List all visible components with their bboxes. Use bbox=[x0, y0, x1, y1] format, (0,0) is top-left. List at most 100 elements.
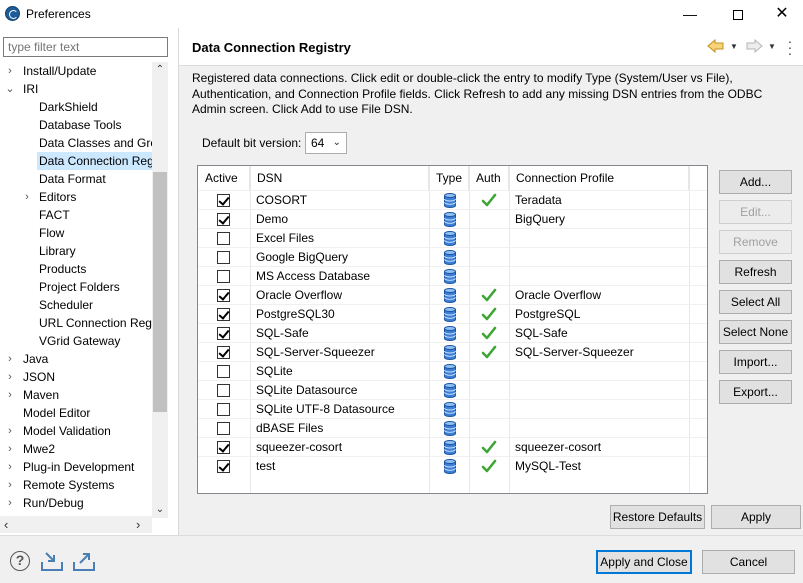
tree-item[interactable]: › Java bbox=[8, 350, 152, 368]
minimize-button[interactable]: — bbox=[667, 0, 713, 28]
restore-defaults-button[interactable]: Restore Defaults bbox=[610, 505, 705, 529]
forward-dropdown-icon[interactable]: ▼ bbox=[768, 42, 776, 51]
expand-right-icon[interactable]: › bbox=[5, 494, 15, 512]
table-row[interactable]: Demo BigQuery bbox=[198, 209, 707, 228]
table-row[interactable]: PostgreSQL30 PostgreSQL bbox=[198, 304, 707, 323]
table-row[interactable]: MS Access Database bbox=[198, 266, 707, 285]
tree-item[interactable]: Data Connection Reg bbox=[37, 152, 152, 170]
expand-right-icon[interactable]: › bbox=[5, 476, 15, 494]
tree-item[interactable]: Flow bbox=[37, 224, 152, 242]
table-row[interactable]: dBASE Files bbox=[198, 418, 707, 437]
expand-right-icon[interactable]: › bbox=[5, 62, 15, 80]
tree-item[interactable]: › Remote Systems bbox=[8, 476, 152, 494]
tree-item[interactable]: › Model Validation bbox=[8, 422, 152, 440]
tree-item[interactable]: › JSON bbox=[8, 368, 152, 386]
tree-vertical-scrollbar[interactable]: ⌃ ⌄ bbox=[152, 62, 168, 518]
import-preferences-icon[interactable] bbox=[40, 550, 64, 572]
tree-item[interactable]: Data Classes and Grou bbox=[37, 134, 152, 152]
tree-item[interactable]: › Mwe2 bbox=[8, 440, 152, 458]
expand-right-icon[interactable]: › bbox=[22, 188, 32, 206]
active-checkbox[interactable] bbox=[217, 308, 230, 321]
expand-right-icon[interactable]: › bbox=[5, 350, 15, 368]
tree-item[interactable]: Project Folders bbox=[37, 278, 152, 296]
scroll-right-icon[interactable]: › bbox=[136, 516, 140, 533]
select-all-button[interactable]: Select All bbox=[719, 290, 792, 314]
expand-down-icon[interactable]: ⌄ bbox=[5, 80, 15, 98]
column-header-auth[interactable]: Auth bbox=[469, 166, 509, 190]
table-row[interactable]: Google BigQuery bbox=[198, 247, 707, 266]
edit-button[interactable]: Edit... bbox=[719, 200, 792, 224]
tree-item[interactable]: Scheduler bbox=[37, 296, 152, 314]
tree-horizontal-scrollbar[interactable]: ‹ › bbox=[0, 516, 152, 533]
scroll-left-icon[interactable]: ‹ bbox=[4, 516, 8, 533]
table-row[interactable]: test MySQL-Test bbox=[198, 456, 707, 475]
tree-item[interactable]: Model Editor bbox=[21, 404, 152, 422]
active-checkbox[interactable] bbox=[217, 441, 230, 454]
active-checkbox[interactable] bbox=[217, 213, 230, 226]
view-menu-icon[interactable]: · · · bbox=[787, 34, 793, 60]
refresh-button[interactable]: Refresh bbox=[719, 260, 792, 284]
tree-item[interactable]: › Run/Debug bbox=[8, 494, 152, 512]
expand-right-icon[interactable]: › bbox=[5, 368, 15, 386]
scroll-down-icon[interactable]: ⌄ bbox=[152, 502, 168, 518]
column-header-dsn[interactable]: DSN bbox=[250, 166, 429, 190]
tree-item[interactable]: › Maven bbox=[8, 386, 152, 404]
filter-input[interactable] bbox=[3, 37, 168, 57]
column-header-active[interactable]: Active bbox=[198, 166, 250, 190]
remove-button[interactable]: Remove bbox=[719, 230, 792, 254]
tree-item[interactable]: Library bbox=[37, 242, 152, 260]
tree-item[interactable]: DarkShield bbox=[37, 98, 152, 116]
dsn-table[interactable]: Active DSN Type Auth Connection Profile … bbox=[197, 165, 708, 494]
table-row[interactable]: squeezer-cosort squeezer-cosort bbox=[198, 437, 707, 456]
close-button[interactable]: ✕ bbox=[759, 0, 803, 28]
active-checkbox[interactable] bbox=[217, 270, 230, 283]
table-row[interactable]: Oracle Overflow Oracle Overflow bbox=[198, 285, 707, 304]
tree-item[interactable]: Data Format bbox=[37, 170, 152, 188]
scroll-up-icon[interactable]: ⌃ bbox=[152, 62, 168, 78]
table-row[interactable]: SQLite UTF-8 Datasource bbox=[198, 399, 707, 418]
column-header-type[interactable]: Type bbox=[429, 166, 469, 190]
help-icon[interactable]: ? bbox=[10, 551, 30, 571]
active-checkbox[interactable] bbox=[217, 327, 230, 340]
active-checkbox[interactable] bbox=[217, 422, 230, 435]
table-row[interactable]: COSORT Teradata bbox=[198, 190, 707, 209]
column-header-connection-profile[interactable]: Connection Profile bbox=[509, 166, 689, 190]
tree-item[interactable]: FACT bbox=[37, 206, 152, 224]
tree-item[interactable]: Products bbox=[37, 260, 152, 278]
active-checkbox[interactable] bbox=[217, 365, 230, 378]
table-row[interactable]: Excel Files bbox=[198, 228, 707, 247]
add-button[interactable]: Add... bbox=[719, 170, 792, 194]
table-row[interactable]: SQL-Server-Squeezer SQL-Server-Squeezer bbox=[198, 342, 707, 361]
tree-item[interactable]: › Install/Update bbox=[8, 62, 152, 80]
apply-button[interactable]: Apply bbox=[711, 505, 801, 529]
apply-and-close-button[interactable]: Apply and Close bbox=[596, 550, 692, 574]
tree-item[interactable]: › Plug-in Development bbox=[8, 458, 152, 476]
scrollbar-thumb[interactable] bbox=[153, 172, 167, 412]
active-checkbox[interactable] bbox=[217, 460, 230, 473]
active-checkbox[interactable] bbox=[217, 194, 230, 207]
expand-right-icon[interactable]: › bbox=[5, 440, 15, 458]
maximize-button[interactable] bbox=[715, 0, 761, 28]
active-checkbox[interactable] bbox=[217, 346, 230, 359]
active-checkbox[interactable] bbox=[217, 403, 230, 416]
tree-item[interactable]: Database Tools bbox=[37, 116, 152, 134]
tree-item[interactable]: VGrid Gateway bbox=[37, 332, 152, 350]
expand-right-icon[interactable]: › bbox=[5, 422, 15, 440]
tree-item[interactable]: › Editors bbox=[25, 188, 152, 206]
default-bit-select[interactable]: 64 ⌄ bbox=[305, 132, 347, 154]
table-row[interactable]: SQL-Safe SQL-Safe bbox=[198, 323, 707, 342]
expand-right-icon[interactable]: › bbox=[5, 386, 15, 404]
import-button[interactable]: Import... bbox=[719, 350, 792, 374]
back-dropdown-icon[interactable]: ▼ bbox=[730, 42, 738, 51]
select-none-button[interactable]: Select None bbox=[719, 320, 792, 344]
back-arrow-icon[interactable] bbox=[707, 39, 725, 53]
tree-item[interactable]: ⌄ IRI bbox=[5, 80, 152, 98]
forward-arrow-icon[interactable] bbox=[745, 39, 763, 53]
active-checkbox[interactable] bbox=[217, 289, 230, 302]
active-checkbox[interactable] bbox=[217, 251, 230, 264]
active-checkbox[interactable] bbox=[217, 384, 230, 397]
tree-item[interactable]: URL Connection Regi bbox=[37, 314, 152, 332]
table-row[interactable]: SQLite bbox=[198, 361, 707, 380]
export-preferences-icon[interactable] bbox=[72, 550, 96, 572]
table-row[interactable]: SQLite Datasource bbox=[198, 380, 707, 399]
